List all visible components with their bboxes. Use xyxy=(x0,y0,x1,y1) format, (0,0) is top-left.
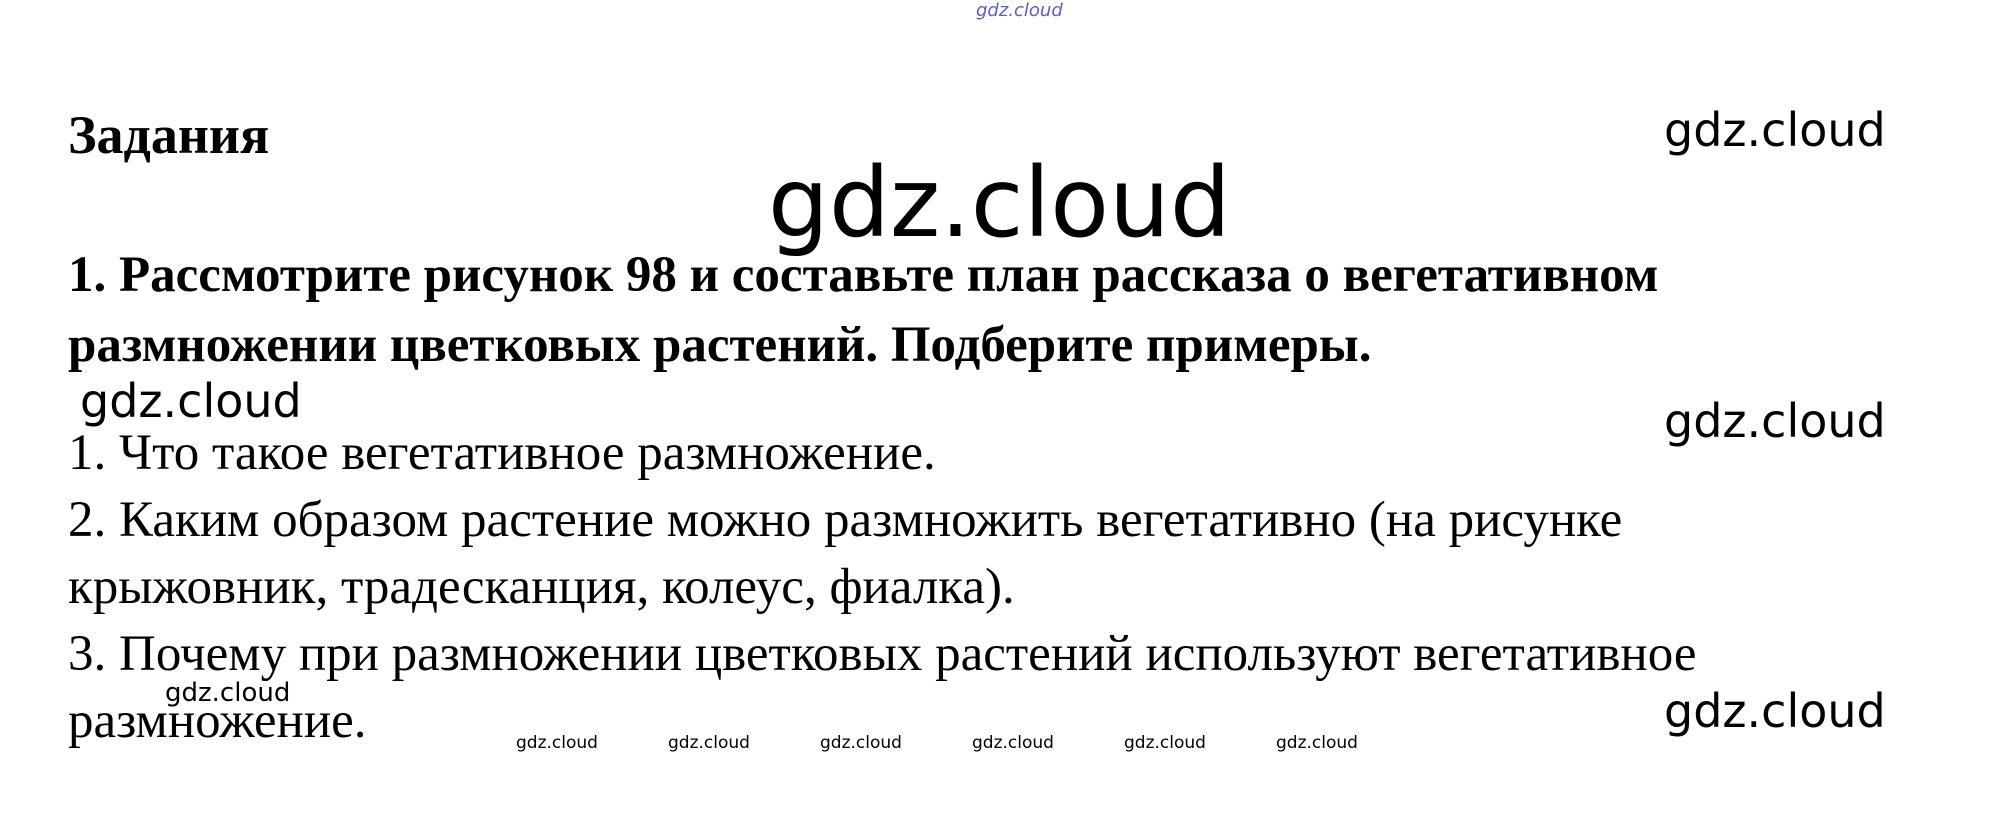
watermark-left-2: gdz.cloud xyxy=(165,678,291,708)
watermark-right-3: gdz.cloud xyxy=(1664,684,1886,738)
watermark-bottom: gdz.cloud xyxy=(1276,733,1358,753)
watermark-bottom: gdz.cloud xyxy=(1124,733,1206,753)
watermark-center: gdz.cloud xyxy=(768,147,1231,259)
section-heading: Задания xyxy=(68,105,270,165)
question-line-4: 3. Почему при размножении цветковых раст… xyxy=(68,626,1697,682)
watermark-bottom: gdz.cloud xyxy=(972,733,1054,753)
question-line-3: крыжовник, традесканция, колеус, фиалка)… xyxy=(68,559,1015,615)
watermark-bottom: gdz.cloud xyxy=(668,733,750,753)
watermark-right-1: gdz.cloud xyxy=(1664,103,1886,157)
watermark-left-1: gdz.cloud xyxy=(80,374,302,428)
watermark-bottom: gdz.cloud xyxy=(516,733,598,753)
watermark-right-2: gdz.cloud xyxy=(1664,394,1886,448)
watermark-bottom-row: gdz.cloud gdz.cloud gdz.cloud gdz.cloud … xyxy=(516,733,1428,753)
watermark-top: gdz.cloud xyxy=(976,0,1063,21)
question-line-2: 2. Каким образом растение можно размножи… xyxy=(68,492,1623,548)
task-statement: 1. Рассмотрите рисунок 98 и составьте пл… xyxy=(68,240,1968,380)
watermark-bottom: gdz.cloud xyxy=(820,733,902,753)
task-line-2: размножении цветковых растений. Подберит… xyxy=(68,317,1372,373)
